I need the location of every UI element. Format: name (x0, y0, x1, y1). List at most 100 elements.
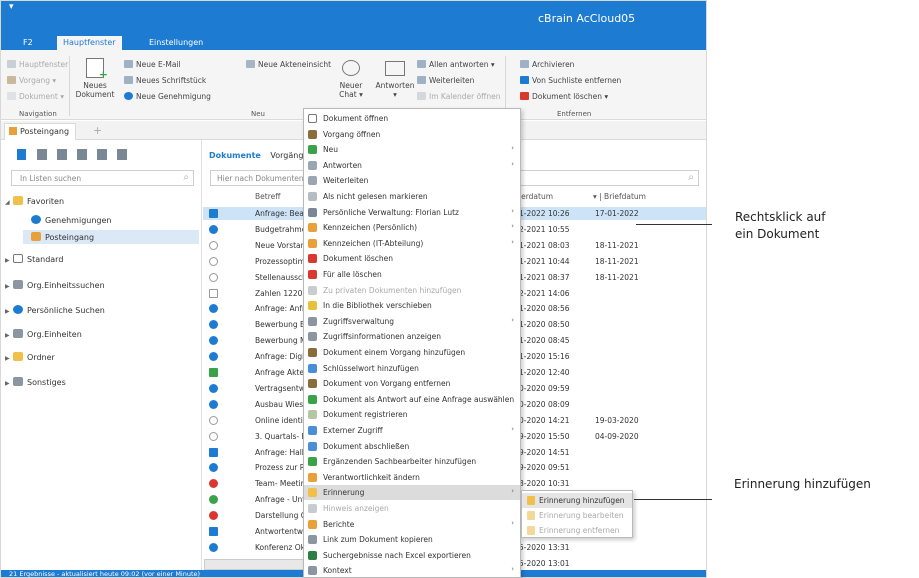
menu-item-für-alle-löschen[interactable]: Für alle löschen (304, 267, 520, 282)
home-icon (7, 60, 16, 68)
new-document-button[interactable]: + Neues Dokument (74, 56, 116, 106)
menu-item-externer-zugriff[interactable]: Externer Zugriff › (304, 423, 520, 438)
tree-favoriten[interactable]: ◢ Favoriten (5, 196, 64, 206)
menu-item-suchergebnisse-nach-excel-exportieren[interactable]: Suchergebnisse nach Excel exportieren (304, 548, 520, 563)
hauptfenster-button[interactable]: Hauptfenster (7, 60, 68, 69)
new-email-button[interactable]: Neue E-Mail (124, 60, 181, 69)
reply-all-button[interactable]: Allen antworten ▾ (417, 60, 495, 69)
tree-posteingang[interactable]: Posteingang (23, 230, 199, 244)
reminder-icon (308, 488, 317, 498)
quick-access-icon[interactable]: ▾ (9, 2, 14, 12)
cell-date: 1-2021 08:03 (519, 240, 570, 250)
new-approval-button[interactable]: Neue Genehmigung (124, 92, 211, 101)
tab-posteingang[interactable]: Posteingang (4, 123, 77, 140)
tab-einstellungen[interactable]: Einstellungen (143, 36, 209, 50)
new-chat-button[interactable]: Neuer Chat ▾ (331, 56, 371, 99)
column-header-date[interactable]: ierdatum (519, 192, 553, 205)
collapse-icon[interactable]: ◢ (5, 199, 13, 206)
info-icon (308, 504, 317, 513)
tree-sonstiges[interactable]: ▶ Sonstiges (5, 377, 66, 387)
cell-date: 2-2021 10:55 (519, 224, 570, 234)
menu-item-ergänzenden-sachbearbeiter-hinzufügen[interactable]: Ergänzenden Sachbearbeiter hinzufügen (304, 454, 520, 469)
menu-item-dokument-abschließen[interactable]: Dokument abschließen (304, 439, 520, 454)
menu-item-kennzeichen-persönlich[interactable]: Kennzeichen (Persönlich) › (304, 220, 520, 235)
expand-icon[interactable]: ▶ (5, 283, 13, 290)
subtab-dokumente[interactable]: Dokumente (209, 151, 261, 160)
filter-icon[interactable] (37, 149, 47, 160)
menu-item-antworten[interactable]: Antworten › (304, 158, 520, 173)
search-icon[interactable]: ⌕ (688, 172, 694, 183)
reply-button[interactable]: Antworten ▾ (373, 56, 417, 99)
vorgang-button[interactable]: Vorgang ▾ (7, 76, 56, 85)
menu-item-link-zum-dokument-kopieren[interactable]: Link zum Dokument kopieren (304, 532, 520, 547)
remove-from-search-button[interactable]: Von Suchliste entfernen (520, 76, 621, 85)
folder-icon[interactable] (117, 149, 127, 160)
search-icon[interactable]: ⌕ (183, 172, 189, 183)
menu-item-weiterleiten[interactable]: Weiterleiten (304, 173, 520, 188)
menu-item-berichte[interactable]: Berichte › (304, 517, 520, 532)
expand-icon[interactable]: ▶ (5, 355, 13, 362)
menu-item-hinweis-anzeigen[interactable]: Hinweis anzeigen (304, 501, 520, 516)
tab-f2[interactable]: F2 (17, 36, 39, 50)
expand-icon[interactable]: ▶ (5, 308, 13, 315)
menu-item-kennzeichen-it-abteilung[interactable]: Kennzeichen (IT-Abteilung) › (304, 236, 520, 251)
menu-item-verantwortlichkeit-ändern[interactable]: Verantwortlichkeit ändern (304, 470, 520, 485)
open-in-calendar-button[interactable]: Im Kalender öffnen (417, 92, 500, 101)
horizontal-scrollbar[interactable] (204, 559, 304, 570)
column-header-briefdatum[interactable]: ▾ | Briefdatum (593, 192, 646, 205)
people-icon[interactable] (97, 149, 107, 160)
add-tab-button[interactable]: + (93, 124, 102, 137)
menu-item-erinnerung-bearbeiten[interactable]: Erinnerung bearbeiten (522, 508, 632, 523)
cell-betreff: Budgetrahmer (255, 224, 310, 234)
menu-item-persönliche-verwaltung-florian-lutz[interactable]: Persönliche Verwaltung: Florian Lutz › (304, 205, 520, 220)
menu-item-dokument-einem-vorgang-hinzufügen[interactable]: Dokument einem Vorgang hinzufügen (304, 345, 520, 360)
cell-briefdatum: 19-03-2020 (595, 415, 639, 425)
new-file-access-button[interactable]: Neue Akteneinsicht (246, 60, 331, 69)
dokument-button[interactable]: Dokument ▾ (7, 92, 64, 101)
expand-icon[interactable]: ▶ (5, 257, 13, 264)
key-info-icon (308, 332, 317, 342)
menu-item-zugriffsinformationen-anzeigen[interactable]: Zugriffsinformationen anzeigen (304, 329, 520, 344)
tree-persoenliche-suchen[interactable]: ▶ Persönliche Suchen (5, 305, 105, 315)
tab-hauptfenster[interactable]: Hauptfenster (57, 36, 122, 50)
forward-button[interactable]: Weiterleiten (417, 76, 474, 85)
menu-item-zu-privaten-dokumenten-hinzufügen[interactable]: Zu privaten Dokumenten hinzufügen (304, 283, 520, 298)
menu-item-kontext[interactable]: Kontext › (304, 563, 520, 577)
list-search-input[interactable]: In Listen suchen ⌕ (11, 170, 194, 186)
archive-button[interactable]: Archivieren (520, 60, 574, 69)
menu-item-dokument-öffnen[interactable]: Dokument öffnen (304, 111, 520, 126)
cell-date: 1-2020 08:56 (519, 304, 570, 314)
menu-item-erinnerung-entfernen[interactable]: Erinnerung entfernen (522, 523, 632, 538)
cell-date: 2-2021 14:06 (519, 288, 570, 298)
tree-genehmigungen[interactable]: Genehmigungen (31, 215, 112, 225)
cell-betreff: Vertragsentwu (255, 383, 310, 393)
menu-item-dokument-registrieren[interactable]: Dokument registrieren (304, 407, 520, 422)
menu-item-in-die-bibliothek-verschieben[interactable]: In die Bibliothek verschieben (304, 298, 520, 313)
archive-icon (520, 60, 529, 68)
tree-standard[interactable]: ▶ Standard (5, 254, 63, 264)
document-icon[interactable] (17, 149, 26, 160)
menu-item-vorgang-öffnen[interactable]: Vorgang öffnen (304, 127, 520, 142)
menu-item-neu[interactable]: Neu › (304, 142, 520, 157)
expand-icon[interactable]: ▶ (5, 380, 13, 387)
expand-icon[interactable]: ▶ (5, 332, 13, 339)
status-icon (209, 383, 218, 393)
new-letter-button[interactable]: Neues Schriftstück (124, 76, 206, 85)
secondary-search-box[interactable]: ⌕ (513, 170, 699, 186)
tree-org-einheitssuchen[interactable]: ▶ Org.Einheitssuchen (5, 280, 105, 290)
menu-item-schlüsselwort-hinzufügen[interactable]: Schlüsselwort hinzufügen (304, 361, 520, 376)
tree-org-einheiten[interactable]: ▶ Org.Einheiten (5, 329, 82, 339)
menu-item-erinnerung-hinzufuegen[interactable]: Erinnerung hinzufügen (522, 493, 632, 508)
menu-item-dokument-als-antwort-auf-eine-anfrage-auswählen[interactable]: Dokument als Antwort auf eine Anfrage au… (304, 392, 520, 407)
chart-icon[interactable] (77, 149, 87, 160)
delete-document-button[interactable]: Dokument löschen ▾ (520, 92, 608, 101)
column-header-betreff[interactable]: Betreff (255, 192, 280, 205)
list-icon[interactable] (57, 149, 67, 160)
menu-item-erinnerung[interactable]: Erinnerung › (304, 485, 520, 501)
cell-date: 1-2022 10:26 (519, 209, 570, 218)
menu-item-dokument-von-vorgang-entfernen[interactable]: Dokument von Vorgang entfernen (304, 376, 520, 391)
tree-ordner[interactable]: ▶ Ordner (5, 352, 55, 362)
menu-item-als-nicht-gelesen-markieren[interactable]: Als nicht gelesen markieren (304, 189, 520, 204)
menu-item-dokument-löschen[interactable]: Dokument löschen (304, 251, 520, 266)
menu-item-zugriffsverwaltung[interactable]: Zugriffsverwaltung › (304, 314, 520, 329)
